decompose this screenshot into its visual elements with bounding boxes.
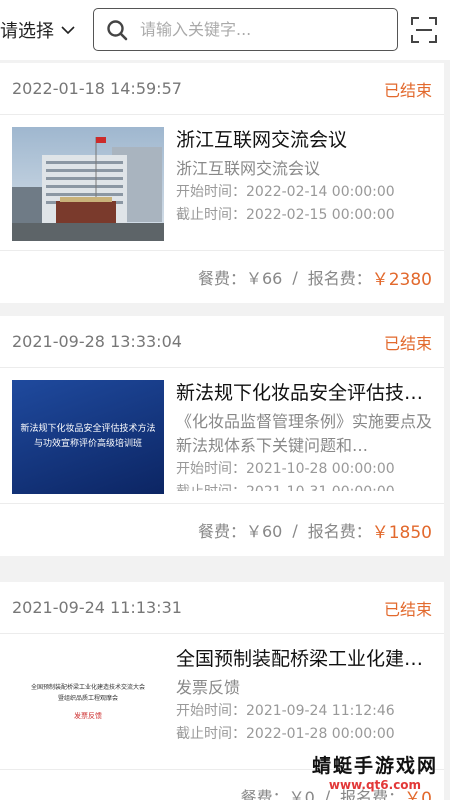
fee-value: ￥1850 [371, 522, 432, 543]
search-icon [107, 19, 128, 40]
meeting-subtitle: 《化妆品监督管理条例》实施要点及新法规体系下关键问题和… [176, 412, 432, 455]
publish-time: 2021-09-28 13:33:04 [12, 332, 182, 351]
meeting-card[interactable]: 2022-01-18 14:59:57 已结束 浙江互联网交流会议 浙江互联网交… [0, 63, 444, 303]
start-time: 开始时间：2021-10-28 00:00:00 [176, 461, 395, 477]
thumbnail-text: 暨组织品质工程观摩会 [57, 695, 118, 702]
publish-time: 2022-01-18 14:59:57 [12, 79, 182, 98]
card-footer: 餐费： ￥60 / 报名费： ￥1850 [0, 504, 444, 556]
meal-value: ￥66 [245, 269, 283, 288]
thumbnail-text: 发票反馈 [74, 712, 102, 720]
meeting-info: 新法规下化妆品安全评估技术方法与功效宣称评价高级培训班 《化妆品监督管理条例》实… [176, 380, 432, 491]
fee-label: 报名费： [307, 269, 372, 288]
meeting-thumbnail: 全国预制装配桥梁工业化建造技术交流大会 暨组织品质工程观摩会 发票反馈 [12, 646, 164, 760]
card-body: 浙江互联网交流会议 浙江互联网交流会议 开始时间：2022-02-14 00:0… [0, 115, 444, 251]
meal-value: ￥0 [288, 788, 315, 800]
meeting-subtitle: 浙江互联网交流会议 [176, 159, 321, 178]
meal-label: 餐费： [197, 269, 246, 288]
meeting-info: 全国预制装配桥梁工业化建造技术交流大会 发票反馈 开始时间：2021-09-24… [176, 646, 432, 757]
meeting-title: 浙江互联网交流会议 [176, 129, 348, 151]
status-badge: 已结束 [383, 599, 432, 619]
region-selector-label: 请选择 [0, 21, 54, 42]
status-badge: 已结束 [383, 80, 432, 100]
meeting-card[interactable]: 2021-09-28 13:33:04 已结束 新法规下化妆品安全评估技术方法 … [0, 316, 444, 556]
card-body: 全国预制装配桥梁工业化建造技术交流大会 暨组织品质工程观摩会 发票反馈 全国预制… [0, 634, 444, 770]
site-watermark: 蜻蜓手游戏网 www.qt6.com [312, 751, 438, 792]
card-header: 2022-01-18 14:59:57 已结束 [0, 63, 444, 115]
separator: / [292, 267, 298, 287]
card-header: 2021-09-24 11:13:31 已结束 [0, 582, 444, 634]
meeting-thumbnail: 新法规下化妆品安全评估技术方法 与功效宣称评价高级培训班 [12, 380, 164, 494]
meeting-subtitle: 发票反馈 [176, 678, 241, 697]
meeting-title: 新法规下化妆品安全评估技术方法与功效宣称评价高级培训班 [176, 382, 432, 404]
meal-label: 餐费： [197, 522, 246, 541]
thumbnail-text: 新法规下化妆品安全评估技术方法 [20, 424, 156, 434]
region-selector[interactable]: 请选择 [0, 12, 76, 48]
meal-label: 餐费： [240, 788, 289, 800]
search-box[interactable] [93, 8, 398, 51]
meeting-title: 全国预制装配桥梁工业化建造技术交流大会 [176, 648, 432, 670]
thumbnail-text: 与功效宣称评价高级培训班 [33, 439, 142, 449]
meeting-thumbnail [12, 127, 164, 241]
chevron-down-icon [61, 26, 75, 35]
end-time: 截止时间：2021-10-31 00:00:00 [176, 481, 432, 491]
card-body: 新法规下化妆品安全评估技术方法 与功效宣称评价高级培训班 新法规下化妆品安全评估… [0, 368, 444, 504]
start-time: 开始时间：2022-02-14 00:00:00 [176, 184, 395, 200]
watermark-url: www.qt6.com [328, 778, 422, 792]
meeting-info: 浙江互联网交流会议 浙江互联网交流会议 开始时间：2022-02-14 00:0… [176, 127, 432, 238]
card-footer: 餐费： ￥66 / 报名费： ￥2380 [0, 251, 444, 303]
fee-label: 报名费： [307, 522, 372, 541]
status-badge: 已结束 [383, 333, 432, 353]
scan-icon[interactable] [410, 16, 438, 44]
end-time: 截止时间：2022-01-28 00:00:00 [176, 726, 395, 742]
top-bar: 请选择 [0, 0, 450, 60]
search-input[interactable] [140, 20, 380, 39]
separator: / [292, 520, 298, 540]
watermark-title: 蜻蜓手游戏网 [311, 755, 438, 777]
end-time: 截止时间：2022-02-15 00:00:00 [176, 207, 395, 223]
card-header: 2021-09-28 13:33:04 已结束 [0, 316, 444, 368]
fee-value: ￥2380 [371, 269, 432, 290]
start-time: 开始时间：2021-09-24 11:12:46 [176, 703, 395, 719]
meal-value: ￥60 [245, 522, 283, 541]
publish-time: 2021-09-24 11:13:31 [12, 598, 182, 617]
thumbnail-text: 全国预制装配桥梁工业化建造技术交流大会 [30, 684, 145, 691]
